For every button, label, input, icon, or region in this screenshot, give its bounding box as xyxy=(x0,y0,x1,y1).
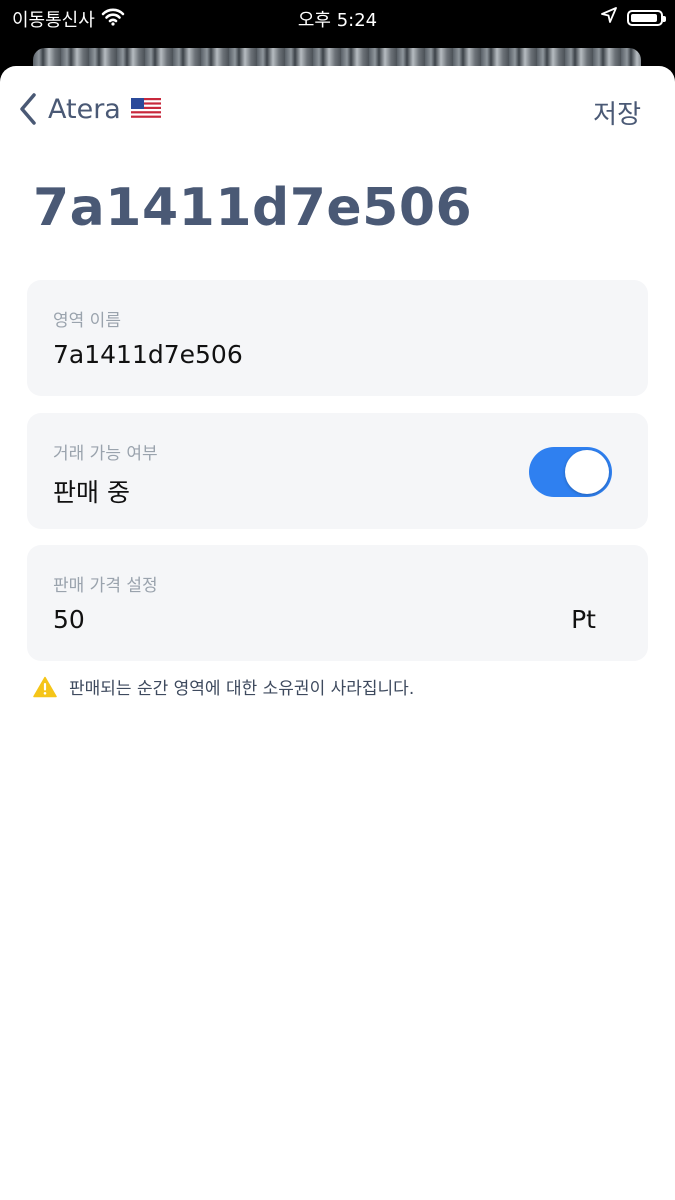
chevron-left-icon xyxy=(18,92,38,126)
price-card[interactable]: 판매 가격 설정 50 Pt xyxy=(27,545,648,661)
trade-status-value: 판매 중 xyxy=(53,478,130,507)
status-time: 오후 5:24 xyxy=(297,10,378,31)
battery-icon xyxy=(627,9,666,26)
us-flag-icon xyxy=(130,98,161,120)
area-name-input[interactable]: 7a1411d7e506 xyxy=(53,340,243,369)
edit-area-sheet: Atera 저장 7a1411d7e506 영역 이름 7a1411d7e506… xyxy=(0,66,675,1200)
area-name-label: 영역 이름 xyxy=(53,311,121,331)
page-title: 7a1411d7e506 xyxy=(33,178,473,238)
price-input[interactable]: 50 xyxy=(53,605,85,634)
trade-status-card: 거래 가능 여부 판매 중 xyxy=(27,413,648,529)
back-label: Atera xyxy=(48,93,121,125)
toggle-knob xyxy=(565,450,609,494)
ownership-warning: 판매되는 순간 영역에 대한 소유권이 사라집니다. xyxy=(33,674,414,699)
nav-bar: Atera 저장 xyxy=(0,66,675,156)
save-button[interactable]: 저장 xyxy=(593,94,641,131)
warning-text: 판매되는 순간 영역에 대한 소유권이 사라집니다. xyxy=(69,679,415,699)
location-arrow-icon xyxy=(601,7,617,28)
trade-status-label: 거래 가능 여부 xyxy=(53,444,158,464)
warning-icon xyxy=(33,676,57,698)
area-name-card[interactable]: 영역 이름 7a1411d7e506 xyxy=(27,280,648,396)
trade-status-toggle[interactable] xyxy=(529,447,612,497)
status-bar: 이동통신사 오후 5:24 xyxy=(0,0,675,36)
back-button[interactable]: Atera xyxy=(18,92,161,126)
price-unit: Pt xyxy=(571,605,596,634)
status-right-icons xyxy=(601,7,666,28)
price-label: 판매 가격 설정 xyxy=(53,576,158,596)
